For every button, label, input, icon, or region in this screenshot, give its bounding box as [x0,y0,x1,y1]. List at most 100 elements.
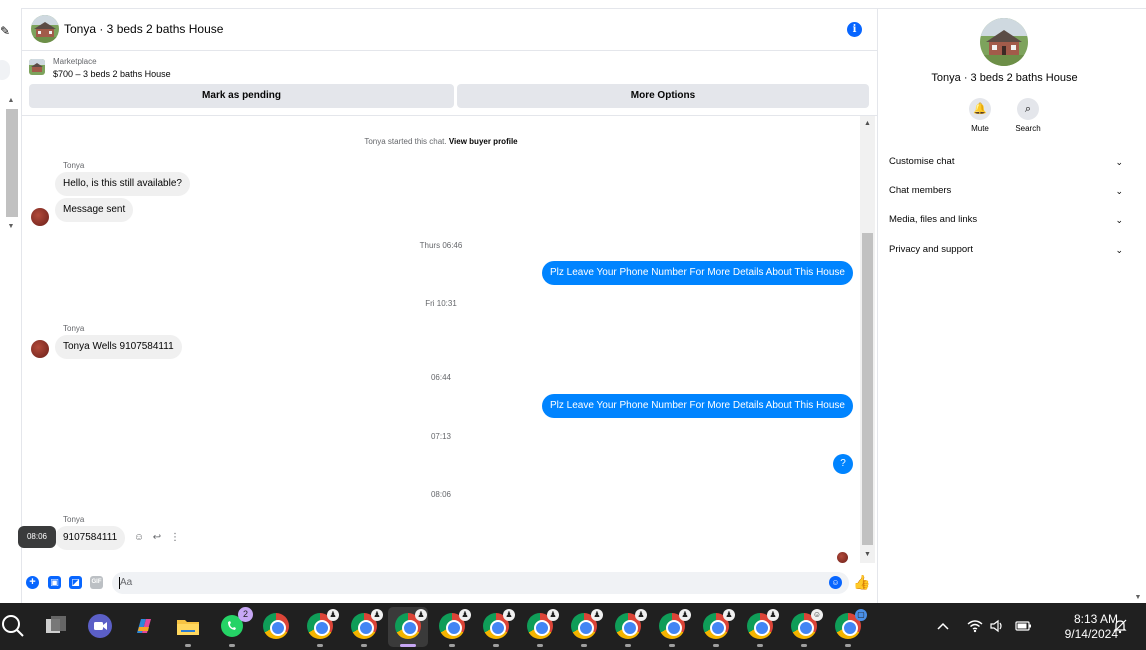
time-separator: Thurs 06:46 [419,241,463,250]
profile-badge-icon: ▢ [855,609,867,621]
left-scrollbar[interactable]: ▲ ▼ [4,95,18,235]
outgoing-message[interactable]: Plz Leave Your Phone Number For More Det… [542,261,853,285]
running-indicator [537,644,543,647]
running-indicator [757,644,763,647]
image-icon[interactable]: ▣ [48,576,61,589]
profile-badge-icon: ♟ [371,609,383,621]
react-icon[interactable]: ☺ [132,532,146,543]
sender-name: Tonya [63,515,85,524]
more-options-button[interactable]: More Options [457,84,869,108]
chrome-profile-icon[interactable]: ♟ [571,609,603,639]
listing-thumbnail[interactable] [29,59,45,75]
message-scrollbar[interactable]: ▲ ▼ [860,116,875,563]
chrome-profile-icon[interactable]: ♟ [307,609,339,639]
running-indicator [625,644,631,647]
file-explorer-icon[interactable] [175,613,201,639]
chrome-profile-icon[interactable]: ♟ [527,609,559,639]
incoming-message[interactable]: Tonya Wells 9107584111 [55,335,182,359]
conversation-details-panel: Tonya · 3 beds 2 baths House 🔔 Mute ⌕ Se… [877,9,1130,603]
outgoing-message[interactable]: ? [833,454,853,474]
chrome-profile-icon[interactable]: ♟ [659,609,691,639]
scroll-down-arrow-icon[interactable]: ▼ [1130,594,1146,601]
chrome-profile-icon[interactable]: ♟ [747,609,779,639]
more-icon[interactable]: ⋮ [168,532,182,543]
chrome-profile-icon[interactable]: ♟ [703,609,735,639]
message-scroll-thumb[interactable] [862,233,873,545]
section-label: Privacy and support [889,244,973,255]
listing-price-title[interactable]: $700 – 3 beds 2 baths House [53,69,171,79]
incoming-message[interactable]: Hello, is this still available? [55,172,190,196]
sender-name: Tonya [63,161,85,170]
teams-meet-icon[interactable] [87,613,113,639]
copilot-icon[interactable] [131,613,157,639]
running-indicator [845,644,851,647]
search-icon[interactable]: ⌕ [1017,98,1039,120]
emoji-icon[interactable]: ☺ [829,576,842,589]
plus-icon[interactable]: + [26,576,39,589]
chrome-profile-icon[interactable]: ♟ [439,609,471,639]
page-scrollbar[interactable]: ▼ [1130,9,1146,603]
whatsapp-icon[interactable]: 2 [219,607,253,639]
task-view-icon[interactable] [43,613,69,639]
message-input[interactable]: Aa [112,572,849,594]
system-clock[interactable]: 8:13 AM 9/14/2024 [1038,612,1118,642]
scroll-up-arrow-icon[interactable]: ▲ [860,118,875,130]
notification-bell-icon[interactable] [1112,618,1128,634]
running-indicator [317,644,323,647]
sender-avatar[interactable] [31,208,49,226]
sender-avatar[interactable] [31,340,49,358]
chrome-profile-icon[interactable]: ♟ [615,609,647,639]
search-label: Search [1015,124,1041,133]
chevron-up-icon[interactable] [936,620,950,632]
search-icon[interactable] [0,613,26,639]
mute-button[interactable]: 🔔 Mute [960,98,1000,133]
gif-icon[interactable]: GIF [90,576,103,589]
bell-icon[interactable]: 🔔 [969,98,991,120]
section-label: Media, files and links [889,214,978,225]
section-media-files-links[interactable]: Media, files and links ⌄ [889,212,1123,228]
chevron-down-icon: ⌄ [1115,215,1123,225]
marketplace-listing-row[interactable]: Marketplace $700 – 3 beds 2 baths House [22,52,877,82]
chrome-profile-icon[interactable]: ▢ [835,609,867,639]
chat-title[interactable]: Tonya · 3 beds 2 baths House [64,22,223,36]
info-icon[interactable]: i [847,22,862,37]
left-scroll-thumb[interactable] [6,109,18,217]
outgoing-message[interactable]: Plz Leave Your Phone Number For More Det… [542,394,853,418]
section-privacy-support[interactable]: Privacy and support ⌄ [889,242,1123,258]
chrome-profile-icon-active[interactable]: ♟ [395,609,427,639]
message-composer: + ▣ ◪ GIF Aa ☺ 👍 [22,568,877,598]
marketplace-label: Marketplace [53,57,97,66]
volume-icon[interactable] [990,619,1006,633]
new-message-icon[interactable]: ✎ [0,24,10,38]
profile-badge-icon: ♟ [547,609,559,621]
profile-badge-icon: ♟ [679,609,691,621]
scroll-down-arrow-icon[interactable]: ▼ [6,221,16,233]
chrome-profile-icon[interactable]: ♟ [351,609,383,639]
clock-date: 9/14/2024 [1064,627,1118,641]
thumbs-up-icon[interactable]: 👍 [853,574,870,590]
sticker-icon[interactable]: ◪ [69,576,82,589]
chevron-down-icon: ⌄ [1115,245,1123,255]
incoming-message[interactable]: 9107584111 [55,526,126,550]
time-separator: Fri 10:31 [425,299,457,308]
view-buyer-profile-link[interactable]: View buyer profile [449,137,518,146]
search-pill[interactable] [0,60,10,80]
section-chat-members[interactable]: Chat members ⌄ [889,183,1123,199]
battery-icon[interactable] [1014,619,1032,633]
wifi-icon[interactable] [967,619,983,633]
section-customise-chat[interactable]: Customise chat ⌄ [889,154,1123,170]
scroll-down-arrow-icon[interactable]: ▼ [860,549,875,561]
chrome-profile-icon[interactable]: ☺ [791,609,823,639]
mark-as-pending-button[interactable]: Mark as pending [29,84,454,108]
listing-avatar[interactable] [31,15,59,43]
search-button[interactable]: ⌕ Search [1008,98,1048,133]
chrome-icon[interactable] [263,613,289,639]
incoming-message[interactable]: Message sent [55,198,134,222]
chrome-profile-icon[interactable]: ♟ [483,609,515,639]
message-thread[interactable]: Tonya started this chat. View buyer prof… [18,116,860,566]
chat-started-text: Tonya started this chat. [364,137,447,146]
profile-badge-icon: ♟ [503,609,515,621]
scroll-up-arrow-icon[interactable]: ▲ [6,95,16,107]
running-indicator [581,644,587,647]
reply-icon[interactable]: ↩ [150,532,164,543]
